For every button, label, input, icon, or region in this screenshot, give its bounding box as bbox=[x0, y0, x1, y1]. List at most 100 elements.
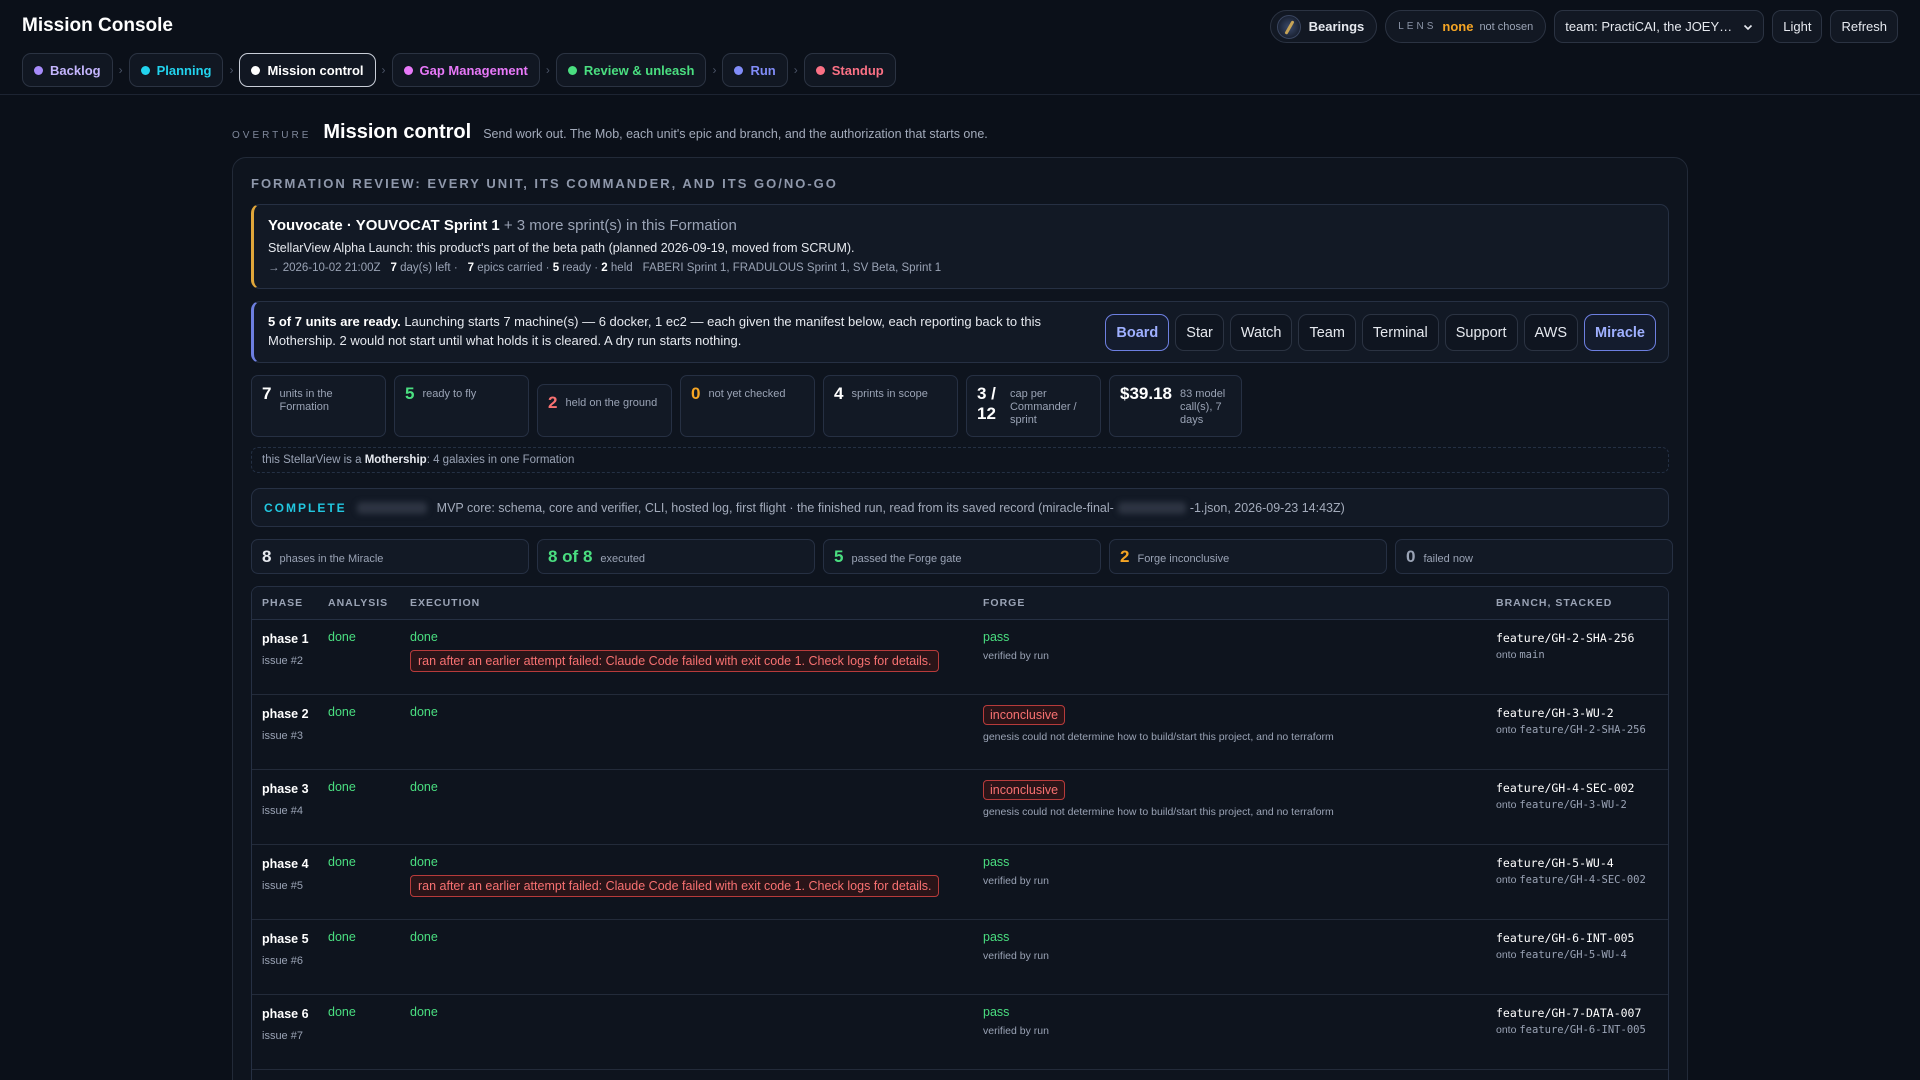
issue-link[interactable]: issue #4 bbox=[262, 802, 312, 821]
mothership-note: this StellarView is a Mothership: 4 gala… bbox=[251, 447, 1669, 473]
issue-link[interactable]: issue #3 bbox=[262, 727, 312, 746]
stat-value: 0 bbox=[691, 384, 701, 403]
stat-value: $39.18 bbox=[1120, 384, 1172, 403]
stat-value: 8 bbox=[262, 546, 272, 566]
tab-standup[interactable]: Standup bbox=[803, 53, 896, 87]
stat-value: 8 of 8 bbox=[548, 546, 593, 566]
redacted-text bbox=[1117, 501, 1186, 514]
issue-link[interactable]: issue #6 bbox=[262, 952, 312, 971]
sprint-meta: → 2026-10-02 21:00Z 7 day(s) left · 7 ep… bbox=[268, 262, 941, 274]
lens-selector[interactable]: LENS none not chosen bbox=[1385, 10, 1547, 43]
tab-gap-management[interactable]: Gap Management bbox=[391, 53, 540, 87]
table-row[interactable]: phase 4 issue #5 done done ran after an earl… bbox=[252, 845, 1668, 920]
tab-planning[interactable]: Planning bbox=[128, 53, 224, 87]
table-row[interactable]: phase 2 issue #3 done done inconclusive genes… bbox=[252, 695, 1668, 770]
forge-note: verified by run bbox=[983, 950, 1049, 962]
phase-cell: phase 4 issue #5 bbox=[262, 855, 312, 896]
execution-cell: done bbox=[410, 705, 438, 719]
days-count: 7 bbox=[390, 262, 397, 274]
stat-value: 4 bbox=[834, 384, 844, 403]
table-row[interactable]: phase 5 issue #6 done done pass verified by r… bbox=[252, 920, 1668, 995]
branch-name: feature/GH-2-SHA-256 bbox=[1496, 631, 1635, 645]
formation-title: FORMATION REVIEW: EVERY UNIT, ITS COMMAN… bbox=[251, 176, 838, 191]
phase-cell: phase 2 issue #3 bbox=[262, 705, 312, 746]
issue-link[interactable]: issue #5 bbox=[262, 877, 312, 896]
tab-dot-icon bbox=[567, 65, 577, 75]
onto-value: feature/GH-5-WU-4 bbox=[1519, 949, 1627, 961]
view-star-button[interactable]: Star bbox=[1175, 314, 1224, 351]
phase-cell: phase 5 issue #6 bbox=[262, 930, 312, 971]
execution-cell: done bbox=[410, 930, 438, 944]
sprint-more-link[interactable]: + 3 more sprint(s) in this Formation bbox=[504, 217, 737, 234]
forge-status: pass bbox=[983, 855, 1010, 869]
overture-eyebrow: OVERTURE bbox=[232, 130, 312, 141]
forge-note: genesis could not determine how to build… bbox=[983, 731, 1334, 743]
sprint-name: Youvocate · YOUVOCAT Sprint 1 bbox=[268, 217, 500, 234]
phase-cell: phase 3 issue #4 bbox=[262, 780, 312, 821]
execution-error: ran after an earlier attempt failed: Cla… bbox=[410, 875, 940, 897]
refresh-button[interactable]: Refresh bbox=[1830, 10, 1898, 43]
table-row[interactable]: phase 3 issue #4 done done inconclusive genes… bbox=[252, 770, 1668, 845]
tab-review-unleash[interactable]: Review & unleash bbox=[555, 53, 707, 87]
onto-branch: onto feature/GH-2-SHA-256 bbox=[1496, 724, 1646, 736]
tab-mission-control[interactable]: Mission control bbox=[239, 53, 376, 87]
tab-dot-icon bbox=[34, 65, 43, 75]
phase-label: phase 1 bbox=[262, 632, 309, 646]
forge-cell: pass verified by run bbox=[983, 855, 1049, 887]
view-support-button[interactable]: Support bbox=[1444, 314, 1518, 351]
execution-cell: done bbox=[410, 1005, 438, 1019]
tab-dot-icon bbox=[403, 65, 413, 75]
phase-label: phase 2 bbox=[262, 707, 309, 721]
stat-label: ready to fly bbox=[422, 388, 477, 400]
view-aws-button[interactable]: AWS bbox=[1523, 314, 1579, 351]
analysis-status: done bbox=[328, 705, 356, 719]
chevron-right-icon: › bbox=[793, 63, 798, 77]
light-theme-button[interactable]: Light bbox=[1772, 10, 1823, 43]
execution-status: done bbox=[410, 930, 438, 944]
analysis-status: done bbox=[328, 855, 356, 869]
onto-value: feature/GH-3-WU-2 bbox=[1519, 799, 1627, 811]
view-board-button[interactable]: Board bbox=[1105, 314, 1170, 351]
team-select[interactable]: team: PractiCAI, the JOEY… bbox=[1554, 10, 1765, 43]
held-label: held bbox=[610, 262, 633, 274]
forge-note: verified by run bbox=[983, 875, 1049, 887]
bearings-button[interactable]: Bearings bbox=[1269, 10, 1378, 43]
view-miracle-button[interactable]: Miracle bbox=[1584, 314, 1656, 351]
tab-label: Run bbox=[750, 62, 776, 78]
analysis-status: done bbox=[328, 780, 356, 794]
table-header: PHASE ANALYSIS EXECUTION FORGE BRANCH, S… bbox=[252, 587, 1668, 620]
view-team-button[interactable]: Team bbox=[1298, 314, 1356, 351]
issue-link[interactable]: issue #2 bbox=[262, 652, 312, 671]
view-terminal-button[interactable]: Terminal bbox=[1361, 314, 1439, 351]
table-row[interactable]: phase 6 issue #7 done done pass verified by r… bbox=[252, 995, 1668, 1070]
execution-error: ran after an earlier attempt failed: Cla… bbox=[410, 650, 940, 672]
stat-label: phases in the Miracle bbox=[279, 552, 384, 565]
table-row[interactable]: phase 1 issue #2 done done ran after an earl… bbox=[252, 620, 1668, 695]
forge-note: verified by run bbox=[983, 1025, 1049, 1037]
branch-cell: feature/GH-7-DATA-007 onto feature/GH-6-I… bbox=[1496, 1005, 1661, 1038]
stat-held: 2 held on the ground bbox=[537, 384, 672, 437]
stat-phases: 8 phases in the Miracle bbox=[251, 539, 529, 574]
stat-failed: 0 failed now bbox=[1395, 539, 1673, 574]
lens-value: none bbox=[1442, 19, 1474, 34]
formation-review-panel: FORMATION REVIEW: EVERY UNIT, ITS COMMAN… bbox=[232, 157, 1688, 1080]
sprint-days-left: 7 day(s) left · bbox=[391, 262, 458, 274]
stat-not-checked: 0 not yet checked bbox=[680, 375, 815, 437]
ready-summary: 5 of 7 units are ready. bbox=[268, 314, 401, 329]
stat-label: 83 model call(s), 7 days bbox=[1180, 388, 1226, 426]
onto-branch: onto main bbox=[1496, 649, 1545, 661]
branch-cell: feature/GH-3-WU-2 onto feature/GH-2-SHA-2… bbox=[1496, 705, 1661, 738]
tab-run[interactable]: Run bbox=[722, 53, 788, 87]
issue-link[interactable]: issue #7 bbox=[262, 1027, 312, 1046]
miracle-stats: 8 phases in the Miracle 8 of 8 executed 5p… bbox=[251, 539, 1673, 574]
analysis-status: done bbox=[328, 1005, 356, 1019]
sprint-deadline: → 2026-10-02 21:00Z bbox=[268, 262, 381, 274]
view-watch-button[interactable]: Watch bbox=[1229, 314, 1293, 351]
tab-backlog[interactable]: Backlog bbox=[22, 53, 113, 87]
onto-branch: onto feature/GH-5-WU-4 bbox=[1496, 949, 1627, 961]
tab-label: Backlog bbox=[50, 62, 101, 78]
stat-executed: 8 of 8 executed bbox=[537, 539, 815, 574]
forge-status: pass bbox=[983, 930, 1010, 944]
sprint-list: FABERI Sprint 1, FRADULOUS Sprint 1, SV … bbox=[642, 262, 942, 274]
onto-label: onto bbox=[1496, 724, 1517, 736]
